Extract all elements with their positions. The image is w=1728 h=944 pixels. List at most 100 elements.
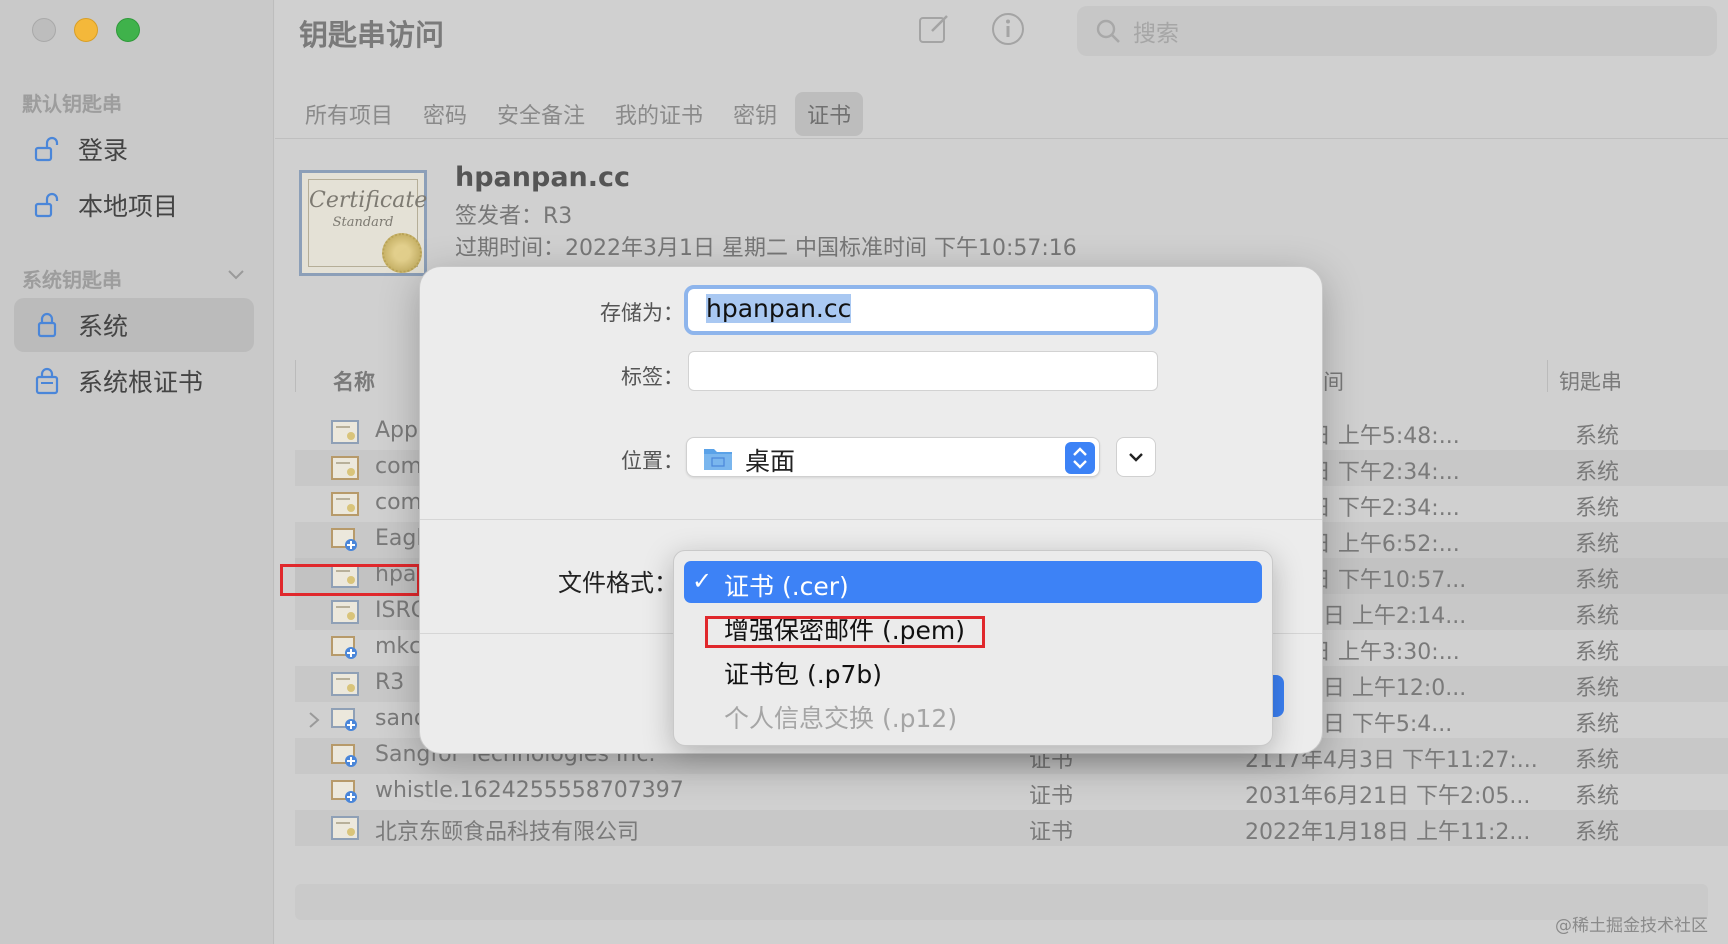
certificate-icon — [331, 456, 359, 480]
row-keychain: 系统 — [1575, 784, 1620, 809]
tab-certificates[interactable]: 证书 — [795, 92, 864, 136]
unlocked-icon — [32, 134, 62, 164]
save-as-value: hpanpan.cc — [706, 294, 852, 323]
locked-icon — [32, 310, 62, 340]
row-name: com — [375, 454, 422, 479]
minimize-window-button[interactable] — [74, 18, 98, 42]
menu-item-label: 证书 (.cer) — [724, 572, 849, 601]
search-placeholder: 搜索 — [1133, 21, 1179, 47]
window-title: 钥匙串访问 — [299, 18, 445, 52]
certificate-icon — [331, 420, 359, 444]
menu-item-label: 个人信息交换 (.p12) — [724, 704, 958, 733]
sidebar-item-system-roots[interactable]: 系统根证书 — [14, 354, 254, 408]
certificate-icon — [331, 672, 359, 696]
row-name: whistle.1624255558707397 — [375, 778, 684, 803]
certificate-plus-icon — [331, 744, 357, 767]
close-window-button[interactable] — [32, 18, 56, 42]
row-keychain: 系统 — [1575, 568, 1620, 593]
certificate-plus-icon — [331, 528, 357, 551]
row-keychain: 系统 — [1575, 712, 1620, 737]
row-keychain: 系统 — [1575, 676, 1620, 701]
certificate-icon — [331, 492, 359, 516]
sidebar-item-login[interactable]: 登录 — [14, 122, 254, 176]
row-keychain: 系统 — [1575, 640, 1620, 665]
certificate-expiry: 过期时间：2022年3月1日 星期二 中国标准时间 下午10:57:16 — [455, 236, 1077, 261]
file-format-menu: ✓ 证书 (.cer) 增强保密邮件 (.pem) 证书包 (.p7b) 个人信… — [673, 550, 1273, 746]
location-popup[interactable]: 桌面 — [686, 437, 1100, 477]
column-separator — [1547, 360, 1548, 392]
row-name: mkc — [375, 634, 422, 659]
menu-item-cer[interactable]: ✓ 证书 (.cer) — [684, 561, 1262, 603]
row-name: Eagl — [375, 526, 423, 551]
chevron-down-icon — [1129, 453, 1143, 462]
row-keychain: 系统 — [1575, 424, 1620, 449]
sidebar-item-system[interactable]: 系统 — [14, 298, 254, 352]
category-tabs: 所有项目 密码 安全备注 我的证书 密钥 证书 — [293, 92, 864, 136]
divider — [275, 138, 1728, 139]
row-keychain: 系统 — [1575, 460, 1620, 485]
tags-input[interactable] — [688, 351, 1158, 391]
window-controls — [32, 18, 140, 42]
certificate-image-word: Certificate — [309, 188, 428, 213]
info-icon[interactable] — [989, 10, 1027, 48]
row-keychain: 系统 — [1575, 532, 1620, 557]
status-bar — [295, 884, 1708, 920]
column-header-name[interactable]: 名称 — [333, 366, 375, 396]
save-as-label: 存储为： — [600, 301, 684, 325]
file-format-label: 文件格式： — [558, 569, 678, 597]
table-row[interactable]: whistle.1624255558707397 证书 2031年6月21日 下… — [295, 774, 1728, 810]
annotation-highlight-row — [280, 564, 420, 596]
column-header-expiry[interactable]: 间 — [1323, 366, 1344, 396]
certificate-icon — [331, 600, 359, 624]
column-header-keychain[interactable]: 钥匙串 — [1559, 366, 1622, 396]
zoom-window-button[interactable] — [116, 18, 140, 42]
certificate-image-sub: Standard — [332, 215, 394, 230]
row-name: Appl — [375, 418, 425, 443]
compose-icon[interactable] — [915, 10, 953, 48]
location-label: 位置： — [621, 449, 684, 473]
certificate-plus-icon — [331, 780, 357, 803]
sidebar-section-system: 系统钥匙串 — [22, 268, 122, 292]
up-down-stepper-icon[interactable] — [1065, 442, 1095, 474]
row-keychain: 系统 — [1575, 604, 1620, 629]
row-keychain: 系统 — [1575, 748, 1620, 773]
tab-my-certificates[interactable]: 我的证书 — [603, 92, 715, 136]
certificate-preview-image: Certificate Standard — [299, 170, 427, 276]
tab-passwords[interactable]: 密码 — [411, 92, 479, 136]
sidebar-item-label: 系统根证书 — [78, 368, 204, 397]
sidebar-item-label: 本地项目 — [78, 192, 179, 221]
row-expiry: 2022年1月18日 上午11:2... — [1245, 820, 1531, 845]
disclosure-chevron-icon[interactable] — [307, 710, 321, 730]
tab-secure-notes[interactable]: 安全备注 — [485, 92, 597, 136]
tab-keys[interactable]: 密钥 — [721, 92, 789, 136]
sidebar-section-default: 默认钥匙串 — [22, 92, 122, 116]
seal-icon — [382, 233, 422, 273]
row-kind: 证书 — [1029, 820, 1074, 845]
checkmark-icon: ✓ — [692, 567, 713, 595]
menu-item-label: 证书包 (.p7b) — [724, 660, 883, 689]
certificate-icon — [331, 816, 359, 840]
row-name: R3 — [375, 670, 405, 695]
table-row[interactable]: 北京东颐食品科技有限公司 证书 2022年1月18日 上午11:2... 系统 — [295, 810, 1728, 846]
certificate-plus-icon — [331, 708, 357, 731]
search-icon — [1096, 19, 1120, 43]
certificate-name: hpanpan.cc — [455, 162, 631, 193]
unlocked-icon — [32, 190, 62, 220]
search-field[interactable]: 搜索 — [1077, 6, 1717, 56]
sidebar: 默认钥匙串 登录 本地项目 系统钥匙串 系统 系统根证书 — [0, 0, 274, 944]
expand-dialog-button[interactable] — [1116, 437, 1156, 477]
tags-label: 标签： — [621, 365, 684, 389]
menu-item-p12: 个人信息交换 (.p12) — [684, 693, 1262, 735]
location-value: 桌面 — [745, 447, 796, 476]
divider — [420, 519, 1322, 520]
sidebar-item-local-items[interactable]: 本地项目 — [14, 178, 254, 232]
save-as-input[interactable]: hpanpan.cc — [684, 285, 1158, 335]
row-name: 北京东颐食品科技有限公司 — [375, 820, 640, 845]
certificate-plus-icon — [331, 636, 357, 659]
row-keychain: 系统 — [1575, 820, 1620, 845]
tab-all-items[interactable]: 所有项目 — [293, 92, 405, 136]
row-expiry: 2031年6月21日 下午2:05... — [1245, 784, 1531, 809]
sidebar-item-label: 登录 — [78, 136, 129, 165]
menu-item-p7b[interactable]: 证书包 (.p7b) — [684, 649, 1262, 691]
chevron-down-icon[interactable] — [226, 264, 246, 284]
